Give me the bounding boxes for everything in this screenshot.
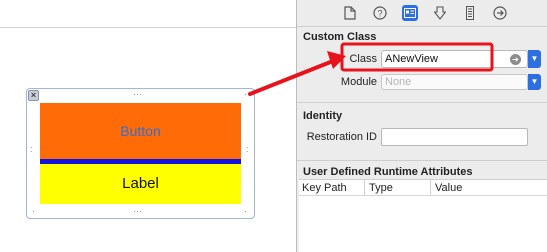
class-input[interactable]: ANewView	[385, 53, 438, 65]
custom-class-title: Custom Class	[303, 31, 377, 43]
class-combobox[interactable]: ANewView ➔ ▼	[381, 50, 541, 68]
class-label: Class	[349, 53, 377, 65]
column-type[interactable]: Type	[369, 182, 393, 194]
column-key-path[interactable]: Key Path	[302, 182, 347, 194]
section-divider	[297, 102, 547, 103]
runtime-attributes-table[interactable]: Key Path Type Value	[299, 179, 547, 252]
resize-handle-right[interactable]: :	[246, 145, 249, 154]
attributes-icon[interactable]	[432, 5, 448, 21]
resize-handle-bottom-right[interactable]: ·	[244, 207, 247, 216]
resize-handle-bottom[interactable]: ···	[133, 207, 142, 216]
inspector-toolbar: ?	[297, 0, 547, 27]
resize-handle-top[interactable]: ···	[133, 90, 142, 99]
help-icon[interactable]: ?	[372, 5, 388, 21]
section-divider	[297, 160, 547, 161]
table-header-rule	[299, 195, 547, 196]
go-to-class-icon[interactable]: ➔	[510, 54, 521, 65]
orange-button-view[interactable]: Button	[40, 103, 241, 159]
size-icon[interactable]	[462, 5, 478, 21]
restoration-id-label: Restoration ID	[306, 131, 377, 143]
identity-title: Identity	[303, 110, 343, 122]
runtime-attributes-title: User Defined Runtime Attributes	[303, 166, 473, 178]
file-icon[interactable]	[342, 5, 358, 21]
selected-view[interactable]: × ··· · : : · ··· · Button Label	[26, 88, 255, 219]
column-value[interactable]: Value	[435, 182, 462, 194]
identity-inspector: ? Custom Class Class ANewView ➔ ▼ Module…	[296, 0, 547, 252]
chevron-down-icon[interactable]: ▼	[528, 50, 541, 68]
canvas-top-divider	[0, 27, 296, 28]
close-icon[interactable]: ×	[28, 90, 39, 101]
identity-icon[interactable]	[402, 5, 418, 21]
resize-handle-top-right[interactable]: ·	[244, 90, 247, 99]
module-combobox[interactable]: None ▼	[381, 74, 541, 90]
restoration-id-field[interactable]	[381, 128, 528, 146]
label-title: Label	[122, 175, 159, 192]
module-input[interactable]: None	[385, 76, 411, 88]
resize-handle-bottom-left[interactable]: ·	[32, 207, 35, 216]
yellow-label-view[interactable]: Label	[40, 164, 241, 204]
column-divider	[364, 180, 365, 195]
storyboard-canvas[interactable]: × ··· · : : · ··· · Button Label	[0, 0, 296, 252]
column-divider	[430, 180, 431, 195]
connections-icon[interactable]	[492, 5, 508, 21]
chevron-down-icon[interactable]: ▼	[528, 74, 541, 90]
svg-text:?: ?	[377, 9, 382, 19]
module-label: Module	[340, 76, 377, 88]
button-title: Button	[120, 123, 161, 139]
resize-handle-left[interactable]: :	[30, 145, 33, 154]
